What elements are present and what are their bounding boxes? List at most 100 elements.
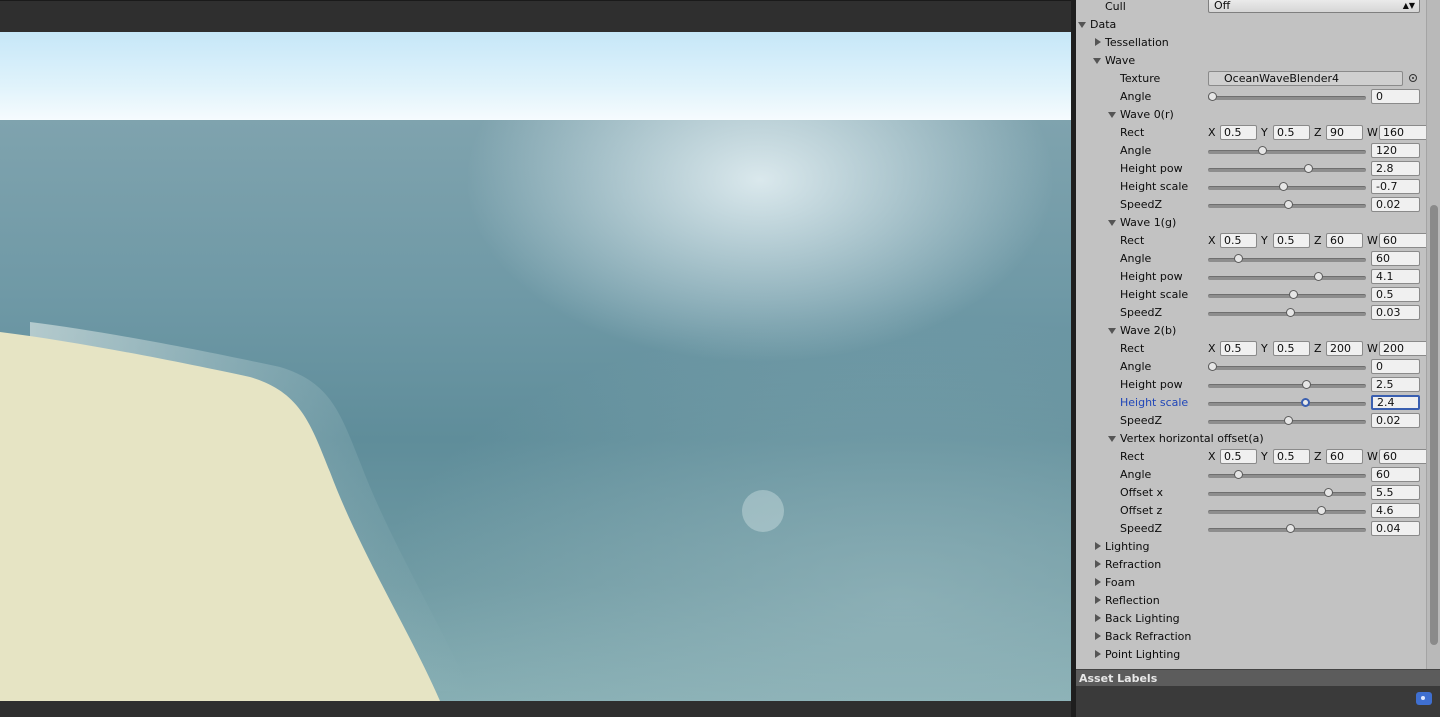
foldout-collapsed-icon[interactable] [1095,560,1101,568]
height-pow-value-field[interactable]: 2.5 [1371,377,1420,392]
offset-x-slider-track[interactable] [1208,492,1366,496]
section-point-lighting[interactable]: Point Lighting [1076,646,1426,664]
offset-z-label: Offset z [1120,504,1163,517]
angle-slider-thumb[interactable] [1208,92,1217,101]
foldout-expanded-icon[interactable] [1093,58,1101,64]
scene-viewport[interactable] [0,32,1071,701]
inspector-scrollbar[interactable] [1426,0,1440,669]
speedz-value-field[interactable]: 0.02 [1371,197,1420,212]
scrollbar-thumb[interactable] [1430,205,1438,645]
height-pow-value-field[interactable]: 4.1 [1371,269,1420,284]
section-lighting[interactable]: Lighting [1076,538,1426,556]
height-scale-slider-thumb[interactable] [1288,290,1298,299]
angle-slider-track[interactable] [1208,150,1366,154]
section-tessellation[interactable]: Tessellation [1076,34,1426,52]
offset-x-slider-thumb[interactable] [1323,488,1333,497]
foldout-collapsed-icon[interactable] [1095,542,1101,550]
height-scale-slider-thumb[interactable] [1300,398,1310,407]
foldout-collapsed-icon[interactable] [1095,650,1101,658]
speedz-label: SpeedZ [1120,522,1163,535]
offset-x-value-field[interactable]: 5.5 [1371,485,1420,500]
texture-object-field[interactable]: OceanWaveBlender4 [1208,71,1403,86]
angle-value-field[interactable]: 60 [1371,251,1420,266]
rect-z-field[interactable]: 60 [1326,233,1363,248]
rect-w-field[interactable]: 160 [1379,125,1432,140]
foldout-collapsed-icon[interactable] [1095,596,1101,604]
rect-x-field[interactable]: 0.5 [1220,233,1257,248]
angle-value-field[interactable]: 0 [1371,89,1420,104]
section-data[interactable]: Data [1076,16,1426,34]
angle-slider-track[interactable] [1208,258,1366,262]
rect-label: Rect [1120,450,1145,463]
angle-slider-thumb[interactable] [1233,254,1243,263]
section-back-lighting[interactable]: Back Lighting [1076,610,1426,628]
rect-z-field[interactable]: 60 [1326,449,1363,464]
angle-slider-track[interactable] [1208,366,1366,370]
axis-letter-z: Z [1314,126,1322,139]
foldout-collapsed-icon[interactable] [1095,614,1101,622]
speedz-value-field[interactable]: 0.04 [1371,521,1420,536]
height-pow-value-field[interactable]: 2.8 [1371,161,1420,176]
height-scale-slider-track[interactable] [1208,402,1366,406]
angle-value-field[interactable]: 120 [1371,143,1420,158]
height-pow-slider-track[interactable] [1208,168,1366,172]
texture-row: Texture OceanWaveBlender4 [1076,70,1426,88]
section-reflection[interactable]: Reflection [1076,592,1426,610]
section-wave0[interactable]: Wave 0(r) [1076,106,1426,124]
angle-slider-track[interactable] [1208,474,1366,478]
rect-y-field[interactable]: 0.5 [1273,125,1310,140]
rect-z-field[interactable]: 200 [1326,341,1363,356]
section-refraction[interactable]: Refraction [1076,556,1426,574]
rect-x-field[interactable]: 0.5 [1220,125,1257,140]
angle-value-field[interactable]: 60 [1371,467,1420,482]
section-wave1[interactable]: Wave 1(g) [1076,214,1426,232]
wave2-angle-row: Angle 0 [1076,358,1426,376]
section-back-refraction[interactable]: Back Refraction [1076,628,1426,646]
height-pow-slider-thumb[interactable] [1303,164,1313,173]
rect-z-field[interactable]: 90 [1326,125,1363,140]
section-foam[interactable]: Foam [1076,574,1426,592]
height-pow-slider-track[interactable] [1208,276,1366,280]
rect-w-field[interactable]: 60 [1379,449,1432,464]
section-wave[interactable]: Wave [1076,52,1426,70]
object-picker-icon[interactable] [1409,74,1417,82]
height-scale-slider-track[interactable] [1208,294,1366,298]
section-wave2[interactable]: Wave 2(b) [1076,322,1426,340]
angle-slider-thumb[interactable] [1233,470,1243,479]
rect-y-field[interactable]: 0.5 [1273,449,1310,464]
foldout-expanded-icon[interactable] [1078,22,1086,28]
height-scale-value-field[interactable]: 2.4 [1371,395,1420,410]
angle-slider-track[interactable] [1208,96,1366,100]
angle-value-field[interactable]: 0 [1371,359,1420,374]
speedz-value-field[interactable]: 0.03 [1371,305,1420,320]
foldout-expanded-icon[interactable] [1108,436,1116,442]
speedz-slider-thumb[interactable] [1285,308,1295,317]
foldout-collapsed-icon[interactable] [1095,578,1101,586]
foldout-collapsed-icon[interactable] [1095,38,1101,46]
angle-slider-thumb[interactable] [1208,362,1217,371]
foldout-expanded-icon[interactable] [1108,220,1116,226]
foldout-expanded-icon[interactable] [1108,328,1116,334]
speedz-value-field[interactable]: 0.02 [1371,413,1420,428]
rect-x-field[interactable]: 0.5 [1220,449,1257,464]
foldout-expanded-icon[interactable] [1108,112,1116,118]
section-vertex-offset[interactable]: Vertex horizontal offset(a) [1076,430,1426,448]
tag-icon[interactable] [1416,692,1432,705]
speedz-slider-thumb[interactable] [1284,416,1293,425]
rect-w-field[interactable]: 60 [1379,233,1432,248]
speedz-slider-thumb[interactable] [1284,200,1293,209]
offset-z-value-field[interactable]: 4.6 [1371,503,1420,518]
rect-x-field[interactable]: 0.5 [1220,341,1257,356]
speedz-slider-thumb[interactable] [1285,524,1295,533]
rect-y-field[interactable]: 0.5 [1273,341,1310,356]
height-pow-slider-track[interactable] [1208,384,1366,388]
asset-labels-header[interactable]: Asset Labels [1076,669,1440,686]
rect-y-field[interactable]: 0.5 [1273,233,1310,248]
offset-z-slider-track[interactable] [1208,510,1366,514]
cull-dropdown[interactable]: Off ▲▼ [1208,0,1420,13]
foldout-collapsed-icon[interactable] [1095,632,1101,640]
height-scale-label: Height scale [1120,180,1189,193]
rect-w-field[interactable]: 200 [1379,341,1432,356]
height-scale-value-field[interactable]: 0.5 [1371,287,1420,302]
height-scale-value-field[interactable]: -0.7 [1371,179,1420,194]
